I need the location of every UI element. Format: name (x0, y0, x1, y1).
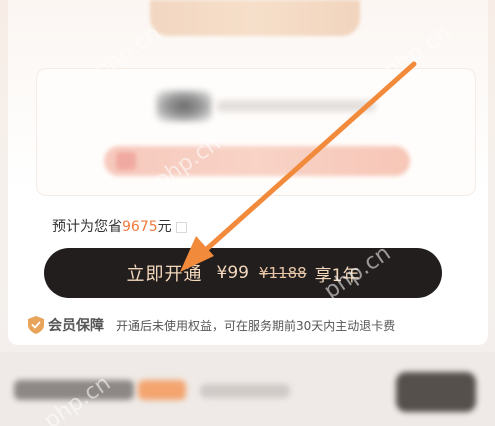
blurred-bottom-badge (138, 380, 186, 400)
guarantee-description: 开通后未使用权益，可在服务期前30天内主动退卡费 (116, 318, 396, 333)
savings-prefix: 预计为您省 (52, 219, 122, 235)
blurred-bottom-title (14, 380, 134, 400)
blurred-promo-icon (116, 152, 136, 170)
estimated-savings: 预计为您省9675元 (52, 216, 187, 236)
guarantee-row: 会员保障 开通后未使用权益，可在服务期前30天内主动退卡费 (28, 315, 395, 335)
blurred-logo (156, 90, 212, 122)
blurred-bottom-subtitle (200, 384, 290, 398)
button-term: 享1年 (314, 265, 360, 286)
benefit-panel (36, 68, 476, 196)
shield-icon (28, 316, 44, 334)
guarantee-title: 会员保障 (48, 318, 104, 334)
button-price: ¥99 (216, 263, 249, 283)
membership-page: 预计为您省9675元 立即开通 ¥99 ¥1188 享1年 会员保障 开通后未使… (0, 0, 495, 426)
button-action-label: 立即开通 (126, 264, 203, 285)
blurred-promo-pill (104, 146, 410, 176)
savings-unit: 元 (157, 219, 172, 235)
blurred-top-banner (150, 0, 360, 36)
activate-membership-button[interactable]: 立即开通 ¥99 ¥1188 享1年 (44, 248, 442, 298)
savings-amount: 9675 (122, 219, 158, 235)
checkbox-icon (175, 221, 187, 233)
blurred-title (216, 100, 376, 112)
blurred-bottom-button[interactable] (396, 372, 476, 412)
button-original-price: ¥1188 (258, 264, 307, 282)
